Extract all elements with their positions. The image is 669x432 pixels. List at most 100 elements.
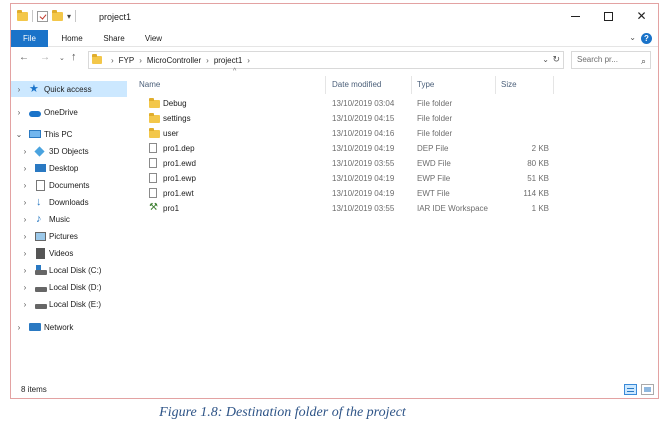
recent-locations-dropdown[interactable]: ⌄ — [59, 54, 65, 62]
breadcrumb-separator[interactable]: › — [139, 56, 142, 65]
sidebar-item-label: Desktop — [49, 163, 79, 173]
address-dropdown[interactable]: ⌄ — [542, 55, 549, 64]
tab-share[interactable]: Share — [99, 30, 129, 47]
column-header-size[interactable]: Size — [497, 76, 552, 94]
sidebar-item-label: This PC — [44, 129, 73, 139]
breadcrumb-project1[interactable]: project1 — [214, 56, 242, 65]
chevron-right-icon[interactable]: › — [21, 181, 29, 190]
table-row[interactable]: Debug 13/10/2019 03:04 File folder — [135, 96, 655, 111]
table-row[interactable]: pro1.ewt 13/10/2019 04:19 EWT File 114 K… — [135, 186, 655, 201]
sidebar-item-quick-access[interactable]: › ★ Quick access — [11, 81, 127, 97]
file-name: pro1.ewp — [163, 174, 196, 183]
sidebar-item-desktop[interactable]: › Desktop — [11, 160, 127, 176]
breadcrumb-separator[interactable]: › — [111, 56, 114, 65]
new-folder-icon[interactable] — [52, 9, 63, 21]
column-header-name[interactable]: Name — [135, 76, 315, 94]
address-bar[interactable]: › FYP › MicroController › project1 › ⌄ ↻ — [88, 51, 564, 69]
sidebar-item-documents[interactable]: › Documents — [11, 177, 127, 193]
sidebar-item-label: Music — [49, 214, 70, 224]
tab-view[interactable]: View — [141, 30, 166, 47]
table-row[interactable]: pro1.dep 13/10/2019 04:19 DEP File 2 KB — [135, 141, 655, 156]
sidebar-item-pictures[interactable]: › Pictures — [11, 228, 127, 244]
status-bar: 8 items — [11, 381, 658, 398]
table-row[interactable]: pro1.ewd 13/10/2019 03:55 EWD File 80 KB — [135, 156, 655, 171]
sidebar-item-music[interactable]: › ♪ Music — [11, 211, 127, 227]
file-name: user — [163, 129, 179, 138]
column-divider[interactable] — [411, 76, 412, 94]
chevron-down-icon[interactable]: ⌄ — [15, 130, 23, 139]
maximize-button[interactable] — [592, 4, 625, 28]
chevron-right-icon[interactable]: › — [21, 164, 29, 173]
chevron-right-icon[interactable]: › — [21, 283, 29, 292]
sidebar-item-downloads[interactable]: › ↓ Downloads — [11, 194, 127, 210]
customize-toolbar-dropdown[interactable]: ▾ — [67, 12, 71, 21]
table-row[interactable]: pro1.ewp 13/10/2019 04:19 EWP File 51 KB — [135, 171, 655, 186]
sidebar-item-3d-objects[interactable]: › 3D Objects — [11, 143, 127, 159]
close-button[interactable]: ✕ — [625, 4, 658, 28]
chevron-right-icon[interactable]: › — [15, 108, 23, 117]
sidebar-item-local-disk-e[interactable]: › Local Disk (E:) — [11, 296, 127, 312]
up-button[interactable]: ↑ — [71, 51, 77, 63]
column-divider[interactable] — [553, 76, 554, 94]
details-view-button[interactable] — [624, 384, 637, 395]
tab-home[interactable]: Home — [57, 30, 87, 47]
file-size: 1 KB — [531, 204, 549, 213]
figure-caption: Figure 1.8: Destination folder of the pr… — [159, 405, 406, 420]
ribbon-tabs: File Home Share View ⌄ ? — [11, 30, 658, 47]
file-type: EWP File — [417, 174, 451, 183]
file-name: pro1.ewt — [163, 189, 194, 198]
breadcrumb-separator[interactable]: › — [247, 56, 250, 65]
chevron-right-icon[interactable]: › — [21, 300, 29, 309]
chevron-right-icon[interactable]: › — [21, 147, 29, 156]
chevron-right-icon[interactable]: › — [15, 323, 23, 332]
column-header-type[interactable]: Type — [413, 76, 493, 94]
refresh-icon[interactable]: ↻ — [552, 54, 560, 65]
expand-ribbon-icon[interactable]: ⌄ — [629, 33, 636, 42]
folder-icon[interactable] — [17, 9, 28, 21]
column-divider[interactable] — [495, 76, 496, 94]
sidebar-item-local-disk-c[interactable]: › Local Disk (C:) — [11, 262, 127, 278]
sidebar-item-network[interactable]: › Network — [11, 319, 127, 335]
sidebar-item-this-pc[interactable]: ⌄ This PC — [11, 126, 127, 142]
search-icon[interactable]: ⌕ — [641, 53, 646, 69]
chevron-right-icon[interactable]: › — [21, 266, 29, 275]
properties-icon[interactable] — [37, 10, 48, 22]
breadcrumb-separator[interactable]: › — [206, 56, 209, 65]
sidebar-item-label: 3D Objects — [49, 146, 89, 156]
column-divider[interactable] — [325, 76, 326, 94]
breadcrumb-fyp[interactable]: FYP — [119, 56, 135, 65]
table-row[interactable]: ⚒ pro1 13/10/2019 03:55 IAR IDE Workspac… — [135, 201, 655, 216]
window-title: project1 — [99, 12, 132, 22]
chevron-right-icon[interactable]: › — [21, 232, 29, 241]
sidebar-item-local-disk-d[interactable]: › Local Disk (D:) — [11, 279, 127, 295]
file-size: 114 KB — [523, 189, 549, 198]
table-row[interactable]: user 13/10/2019 04:16 File folder — [135, 126, 655, 141]
chevron-right-icon[interactable]: › — [15, 85, 23, 94]
file-type: EWT File — [417, 189, 450, 198]
chevron-right-icon[interactable]: › — [21, 198, 29, 207]
sidebar-item-label: Local Disk (C:) — [49, 265, 102, 275]
sidebar-item-label: Local Disk (E:) — [49, 299, 102, 309]
picture-icon — [35, 231, 46, 241]
help-icon[interactable]: ? — [641, 33, 652, 44]
file-name: pro1.ewd — [163, 159, 196, 168]
sidebar-item-onedrive[interactable]: › OneDrive — [11, 104, 127, 120]
minimize-button[interactable] — [559, 4, 592, 28]
chevron-right-icon[interactable]: › — [21, 215, 29, 224]
large-icons-view-button[interactable] — [641, 384, 654, 395]
file-type: IAR IDE Workspace — [417, 204, 488, 213]
file-type: EWD File — [417, 159, 451, 168]
file-size: 51 KB — [527, 174, 549, 183]
sidebar-item-label: Downloads — [49, 197, 89, 207]
tab-file[interactable]: File — [11, 30, 48, 47]
column-header-date-modified[interactable]: Date modified — [328, 76, 408, 94]
breadcrumb-microcontroller[interactable]: MicroController — [147, 56, 201, 65]
back-button[interactable]: ← — [19, 52, 29, 63]
sidebar-item-label: Videos — [49, 248, 74, 258]
table-row[interactable]: settings 13/10/2019 04:15 File folder — [135, 111, 655, 126]
forward-button[interactable]: → — [40, 52, 50, 63]
chevron-right-icon[interactable]: › — [21, 249, 29, 258]
sidebar-item-videos[interactable]: › Videos — [11, 245, 127, 261]
search-input[interactable]: Search pr... ⌕ — [571, 51, 651, 69]
sidebar-item-label: Pictures — [49, 231, 78, 241]
